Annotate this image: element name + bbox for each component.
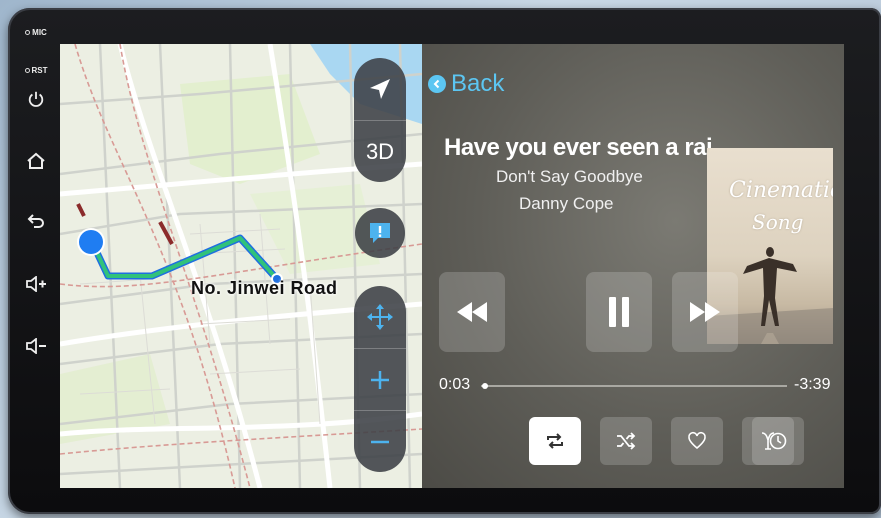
map-view[interactable]: No. Jinwei Road 3D <box>60 44 422 488</box>
minus-icon <box>371 440 389 443</box>
carplay-screen: No. Jinwei Road 3D Back Have you ever se… <box>60 44 844 488</box>
back-icon <box>27 214 44 228</box>
pause-button[interactable] <box>586 272 652 352</box>
rewind-button[interactable] <box>439 272 505 352</box>
reset-hole-icon <box>24 68 30 73</box>
volume-down-button[interactable] <box>14 337 58 356</box>
mic-hole-icon <box>25 30 31 35</box>
playback-scrubber[interactable] <box>481 383 787 389</box>
shuffle-button[interactable] <box>600 417 652 465</box>
report-alert-icon <box>370 223 390 243</box>
album-name: Don't Say Goodbye <box>496 167 643 186</box>
sleep-timer-button[interactable] <box>752 417 804 465</box>
power-button[interactable] <box>14 90 58 110</box>
rewind-icon <box>457 302 487 322</box>
fast-forward-icon <box>690 302 720 322</box>
love-button[interactable] <box>671 417 723 465</box>
plus-icon <box>371 370 389 389</box>
map-zoom-controls <box>354 286 406 472</box>
report-incident-button[interactable] <box>355 208 405 258</box>
recenter-button[interactable] <box>354 58 406 120</box>
chevron-left-icon <box>428 75 446 93</box>
back-button[interactable]: Back <box>428 70 504 98</box>
power-icon <box>28 91 44 107</box>
zoom-out-button[interactable] <box>354 410 406 472</box>
pause-icon <box>609 297 629 327</box>
pan-button[interactable] <box>354 286 406 348</box>
repeat-icon <box>547 433 563 449</box>
volume-down-icon <box>26 337 46 355</box>
song-title: Have you ever seen a rai... <box>444 134 731 161</box>
view-3d-button[interactable]: 3D <box>354 120 406 182</box>
scrubber-knob[interactable] <box>482 383 489 389</box>
mic-button: MIC <box>14 28 58 37</box>
shuffle-icon <box>617 432 636 450</box>
remaining-time: -3:39 <box>794 376 831 393</box>
home-button[interactable] <box>14 152 58 172</box>
heart-icon <box>688 431 706 450</box>
view-3d-label: 3D <box>365 138 395 164</box>
reset-button[interactable]: RST <box>14 66 58 75</box>
reset-label: RST <box>31 66 48 75</box>
zoom-in-button[interactable] <box>354 348 406 410</box>
navigation-arrow-icon <box>370 79 390 99</box>
device-side-buttons: MIC RST <box>14 28 58 368</box>
volume-up-icon <box>26 275 46 293</box>
clock-icon <box>769 432 787 450</box>
volume-up-button[interactable] <box>14 275 58 294</box>
fast-forward-button[interactable] <box>672 272 738 352</box>
back-label: Back <box>451 70 505 97</box>
road-name-label: No. Jinwei Road <box>191 278 338 298</box>
artist-name: Danny Cope <box>519 194 614 213</box>
back-button-device[interactable] <box>14 212 58 232</box>
map-view-controls: 3D <box>354 58 406 182</box>
elapsed-time: 0:03 <box>439 376 471 393</box>
home-icon <box>27 152 45 169</box>
mic-label: MIC <box>32 28 47 37</box>
pan-arrows-icon <box>367 304 393 330</box>
repeat-button[interactable] <box>529 417 581 465</box>
